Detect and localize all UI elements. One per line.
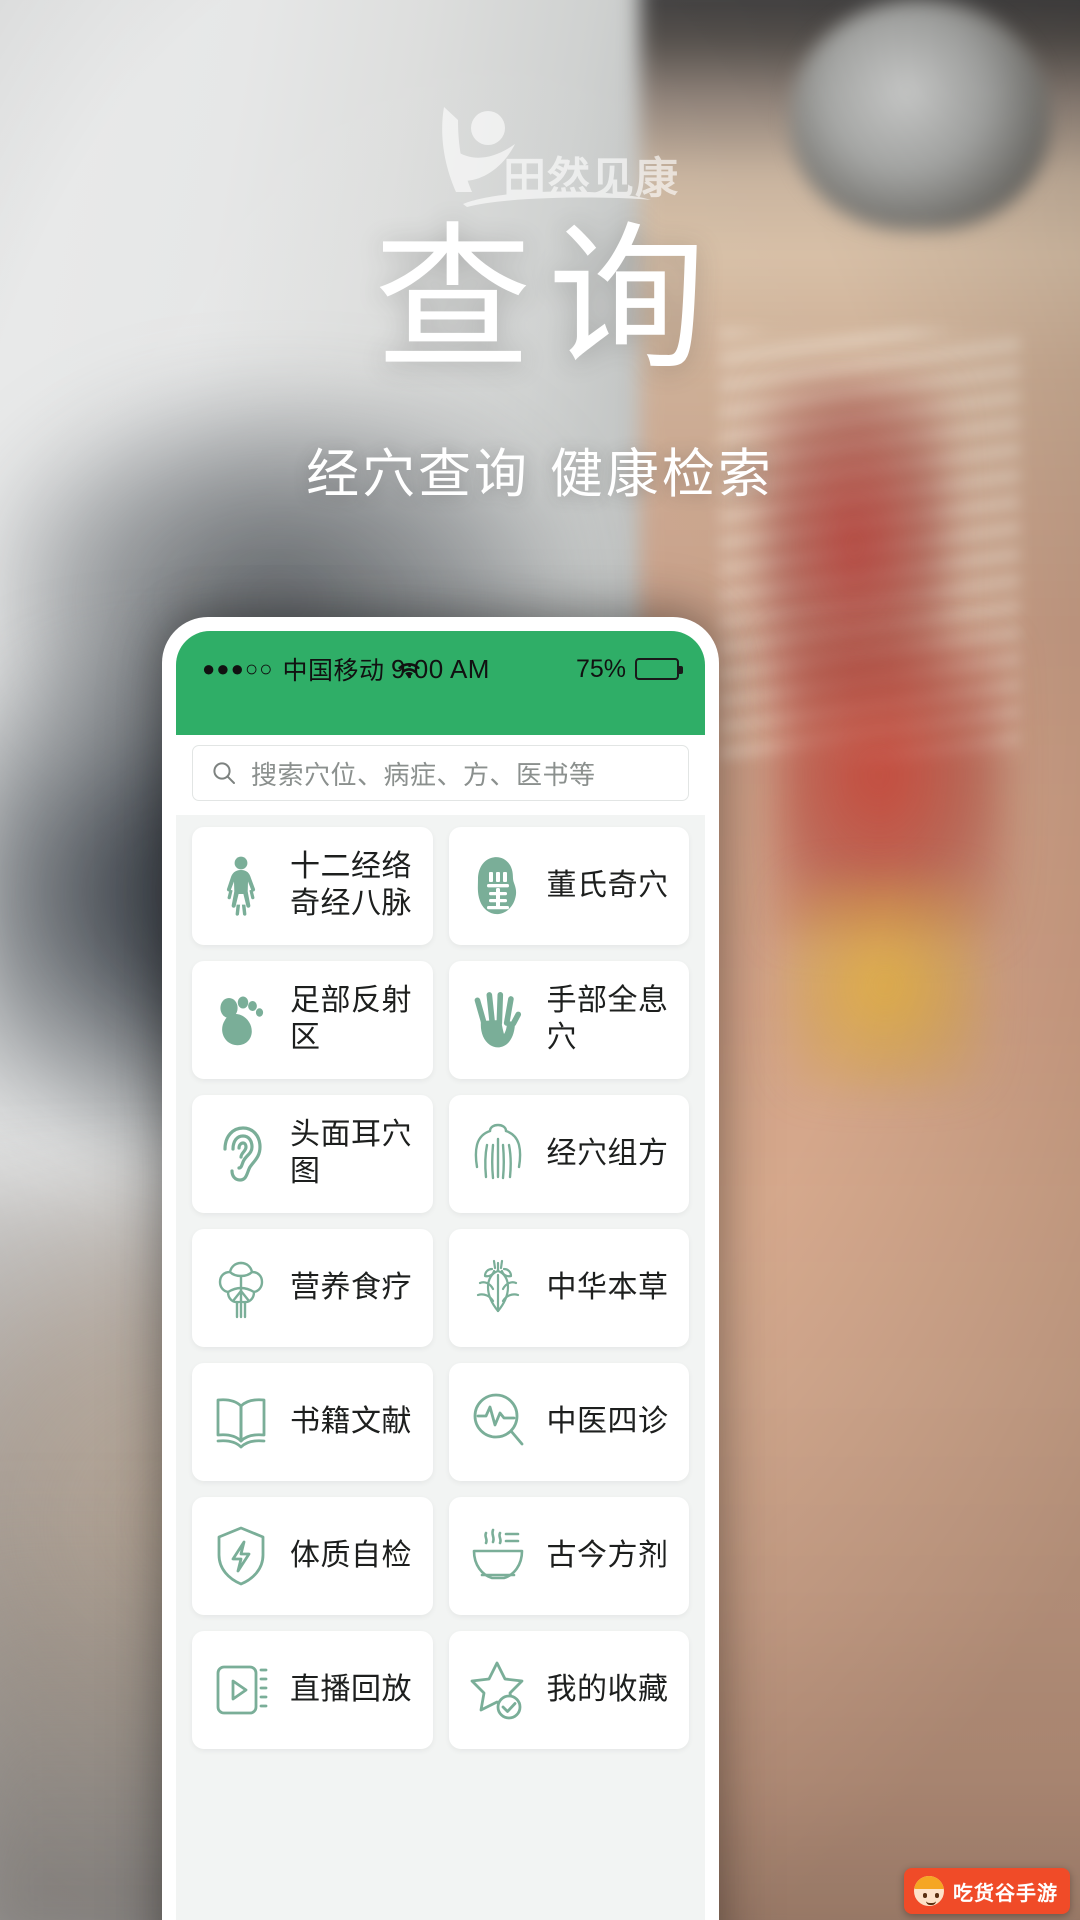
grid-tile-label: 十二经络 奇经八脉 <box>290 849 412 921</box>
footprint-icon <box>210 989 272 1051</box>
grid-tile[interactable]: 手部全息穴 <box>448 961 689 1079</box>
grid-tile[interactable]: 中医四诊 <box>448 1363 689 1481</box>
grid-tile-label: 营养食疗 <box>290 1269 412 1305</box>
open-book-icon <box>210 1391 272 1453</box>
grid-tile[interactable]: 营养食疗 <box>192 1229 433 1347</box>
grid-tile[interactable]: 十二经络 奇经八脉 <box>192 827 433 945</box>
video-play-icon <box>210 1659 272 1721</box>
broccoli-icon <box>210 1257 272 1319</box>
grid-tile[interactable]: 中华本草 <box>448 1229 689 1347</box>
screenshot-root: 田然见康 查询 经穴查询 健康检索 ●●●○○ 中国移动 9:00 AM 75%… <box>0 0 1080 1920</box>
header-green-strip <box>176 707 705 735</box>
mascot-face-icon <box>912 1874 946 1908</box>
search-input[interactable]: 搜索穴位、病症、方、医书等 <box>192 745 689 801</box>
grid-tile-label: 书籍文献 <box>290 1403 412 1439</box>
grid-tile-label: 足部反射区 <box>290 983 412 1055</box>
status-bar: ●●●○○ 中国移动 9:00 AM 75% <box>176 631 705 707</box>
grid-tile-label: 我的收藏 <box>546 1671 669 1707</box>
feature-grid: 十二经络 奇经八脉 董氏奇穴 足部反射区 手部全息穴 头面耳穴图 经穴组方 营养… <box>176 815 705 1920</box>
ear-icon <box>210 1123 272 1185</box>
grid-tile-label: 头面耳穴图 <box>290 1117 412 1189</box>
pulse-magnifier-icon <box>467 1391 529 1453</box>
grid-tile-label: 古今方剂 <box>546 1537 669 1573</box>
grid-tile[interactable]: 直播回放 <box>192 1631 433 1749</box>
watermark-badge: 吃货谷手游 <box>904 1868 1070 1914</box>
grid-tile-label: 直播回放 <box>290 1671 412 1707</box>
grid-tile[interactable]: 书籍文献 <box>192 1363 433 1481</box>
grid-tile[interactable]: 足部反射区 <box>192 961 433 1079</box>
search-placeholder: 搜索穴位、病症、方、医书等 <box>251 759 596 790</box>
shield-bolt-icon <box>210 1525 272 1587</box>
grid-tile-label: 手部全息穴 <box>546 983 669 1055</box>
watermark-text: 吃货谷手游 <box>953 1882 1058 1905</box>
back-torso-icon <box>467 1123 529 1185</box>
grid-tile[interactable]: 经穴组方 <box>448 1095 689 1213</box>
grid-tile[interactable]: 董氏奇穴 <box>448 827 689 945</box>
grid-tile[interactable]: 头面耳穴图 <box>192 1095 433 1213</box>
battery-icon <box>635 658 683 680</box>
grid-tile-label: 经穴组方 <box>546 1135 669 1171</box>
grid-tile-label: 体质自检 <box>290 1537 412 1573</box>
phone-mockup: ●●●○○ 中国移动 9:00 AM 75% 搜索穴位、病症、方、医书等 十二经… <box>162 617 719 1920</box>
star-check-icon <box>467 1659 529 1721</box>
grid-tile-label: 中华本草 <box>546 1269 669 1305</box>
medicine-bowl-icon <box>467 1525 529 1587</box>
grid-tile[interactable]: 古今方剂 <box>448 1497 689 1615</box>
grid-tile-label: 中医四诊 <box>546 1403 669 1439</box>
grid-tile[interactable]: 体质自检 <box>192 1497 433 1615</box>
search-icon <box>213 762 235 784</box>
battery-percent-label: 75% <box>575 654 626 683</box>
grid-tile[interactable]: 我的收藏 <box>448 1631 689 1749</box>
phone-screen: ●●●○○ 中国移动 9:00 AM 75% 搜索穴位、病症、方、医书等 十二经… <box>176 631 705 1920</box>
hand-icon <box>467 989 529 1051</box>
status-bar-right: 75% <box>575 654 683 684</box>
grid-tile-label: 董氏奇穴 <box>546 867 669 903</box>
human-body-icon <box>210 855 272 917</box>
dong-acupoint-icon <box>467 855 529 917</box>
search-area: 搜索穴位、病症、方、医书等 <box>176 735 705 815</box>
herb-plant-icon <box>467 1257 529 1319</box>
